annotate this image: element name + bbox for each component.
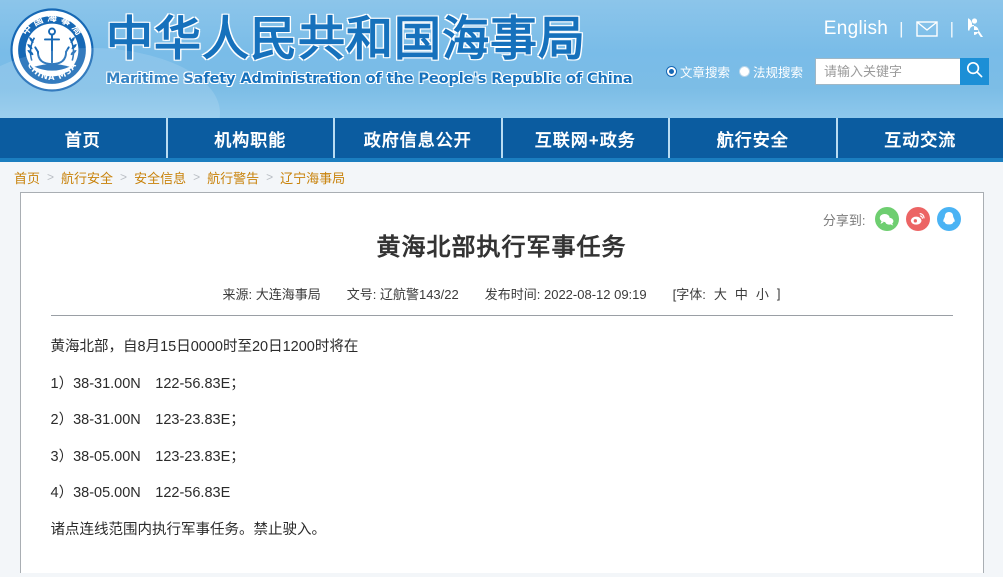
envelope-icon[interactable] bbox=[915, 18, 939, 40]
font-size-large[interactable]: 大 bbox=[714, 284, 727, 303]
utility-separator-1: | bbox=[899, 19, 903, 39]
accessibility-icon[interactable] bbox=[965, 18, 989, 40]
nav-item-gov-info[interactable]: 政府信息公开 bbox=[335, 118, 503, 158]
weibo-icon[interactable] bbox=[906, 207, 930, 231]
meta-source-label: 来源: bbox=[222, 287, 252, 302]
nav-item-functions[interactable]: 机构职能 bbox=[168, 118, 336, 158]
site-header: 中 国 海 事 局 CHINA MSA bbox=[0, 0, 1003, 118]
article-paragraph-point-3: 3）38-05.00N 123-23.83E； bbox=[51, 450, 953, 465]
font-size-prefix: [字体: bbox=[673, 284, 706, 303]
meta-publish-time: 发布时间: 2022-08-12 09:19 bbox=[485, 284, 647, 303]
article-title: 黄海北部执行军事任务 bbox=[51, 227, 953, 262]
search-scope-article[interactable]: 文章搜索 bbox=[666, 62, 730, 81]
meta-docnum: 文号: 辽航警143/22 bbox=[347, 284, 459, 303]
utility-bar: English | | bbox=[824, 18, 989, 40]
share-label: 分享到: bbox=[823, 210, 866, 229]
article-body: 黄海北部，自8月15日0000时至20日1200时将在 1）38-31.00N … bbox=[51, 316, 953, 537]
article-card: 分享到: 黄海北部执行军事任务 来源: bbox=[20, 192, 984, 573]
breadcrumb-item-safety-info[interactable]: 安全信息 bbox=[134, 168, 186, 187]
meta-time-value: 2022-08-12 09:19 bbox=[544, 287, 647, 302]
radio-regulation-icon[interactable] bbox=[739, 66, 750, 77]
font-size-small[interactable]: 小 bbox=[756, 284, 769, 303]
meta-source: 来源: 大连海事局 bbox=[222, 284, 320, 303]
meta-docnum-value: 辽航警143/22 bbox=[380, 287, 459, 302]
font-size-medium[interactable]: 中 bbox=[735, 284, 748, 303]
nav-item-home[interactable]: 首页 bbox=[0, 118, 168, 158]
article-paragraph-intro: 黄海北部，自8月15日0000时至20日1200时将在 bbox=[51, 340, 953, 355]
article-meta: 来源: 大连海事局 文号: 辽航警143/22 发布时间: 2022-08-12… bbox=[51, 284, 953, 316]
article-paragraph-conclusion: 诸点连线范围内执行军事任务。禁止驶入。 bbox=[51, 523, 953, 538]
china-msa-emblem-icon: 中 国 海 事 局 CHINA MSA bbox=[8, 6, 96, 94]
language-switch-link[interactable]: English bbox=[824, 18, 888, 40]
font-size-control: [字体: 大 中 小 ] bbox=[673, 284, 781, 303]
breadcrumb: 首页 > 航行安全 > 安全信息 > 航行警告 > 辽宁海事局 bbox=[0, 162, 1003, 192]
breadcrumb-item-navigation-warning[interactable]: 航行警告 bbox=[207, 168, 259, 187]
breadcrumb-item-home[interactable]: 首页 bbox=[14, 168, 40, 187]
search-area: 文章搜索 法规搜索 bbox=[666, 58, 989, 85]
search-scope-regulation-label: 法规搜索 bbox=[753, 62, 803, 81]
breadcrumb-item-navigation-safety[interactable]: 航行安全 bbox=[61, 168, 113, 187]
breadcrumb-separator: > bbox=[266, 170, 273, 184]
site-title-en: Maritime Safety Administration of the Pe… bbox=[106, 69, 633, 89]
article-paragraph-point-4: 4）38-05.00N 122-56.83E bbox=[51, 486, 953, 501]
breadcrumb-item-liaoning-msa[interactable]: 辽宁海事局 bbox=[280, 168, 345, 187]
nav-item-navigation-safety[interactable]: 航行安全 bbox=[670, 118, 838, 158]
nav-item-internet-gov[interactable]: 互联网+政务 bbox=[503, 118, 671, 158]
breadcrumb-separator: > bbox=[193, 170, 200, 184]
utility-separator-2: | bbox=[950, 19, 954, 39]
meta-source-value: 大连海事局 bbox=[256, 287, 321, 302]
share-bar: 分享到: bbox=[823, 207, 961, 231]
search-scope-article-label: 文章搜索 bbox=[680, 62, 730, 81]
search-icon bbox=[966, 61, 983, 83]
article-paragraph-point-2: 2）38-31.00N 123-23.83E； bbox=[51, 413, 953, 428]
site-brand[interactable]: 中 国 海 事 局 CHINA MSA bbox=[8, 6, 633, 94]
meta-docnum-label: 文号: bbox=[347, 287, 377, 302]
font-size-suffix: ] bbox=[777, 286, 781, 301]
search-scope-regulation[interactable]: 法规搜索 bbox=[739, 62, 803, 81]
radio-article-icon[interactable] bbox=[666, 66, 677, 77]
wechat-icon[interactable] bbox=[875, 207, 899, 231]
breadcrumb-separator: > bbox=[120, 170, 127, 184]
article-paragraph-point-1: 1）38-31.00N 122-56.83E； bbox=[51, 377, 953, 392]
site-title-cn: 中华人民共和国海事局 bbox=[106, 13, 633, 67]
main-navigation: 首页 机构职能 政府信息公开 互联网+政务 航行安全 互动交流 bbox=[0, 118, 1003, 158]
meta-time-label: 发布时间: bbox=[485, 287, 541, 302]
breadcrumb-separator: > bbox=[47, 170, 54, 184]
search-box bbox=[815, 58, 989, 85]
search-button[interactable] bbox=[960, 58, 989, 85]
qq-icon[interactable] bbox=[937, 207, 961, 231]
nav-item-interaction[interactable]: 互动交流 bbox=[838, 118, 1003, 158]
search-input[interactable] bbox=[815, 58, 960, 85]
